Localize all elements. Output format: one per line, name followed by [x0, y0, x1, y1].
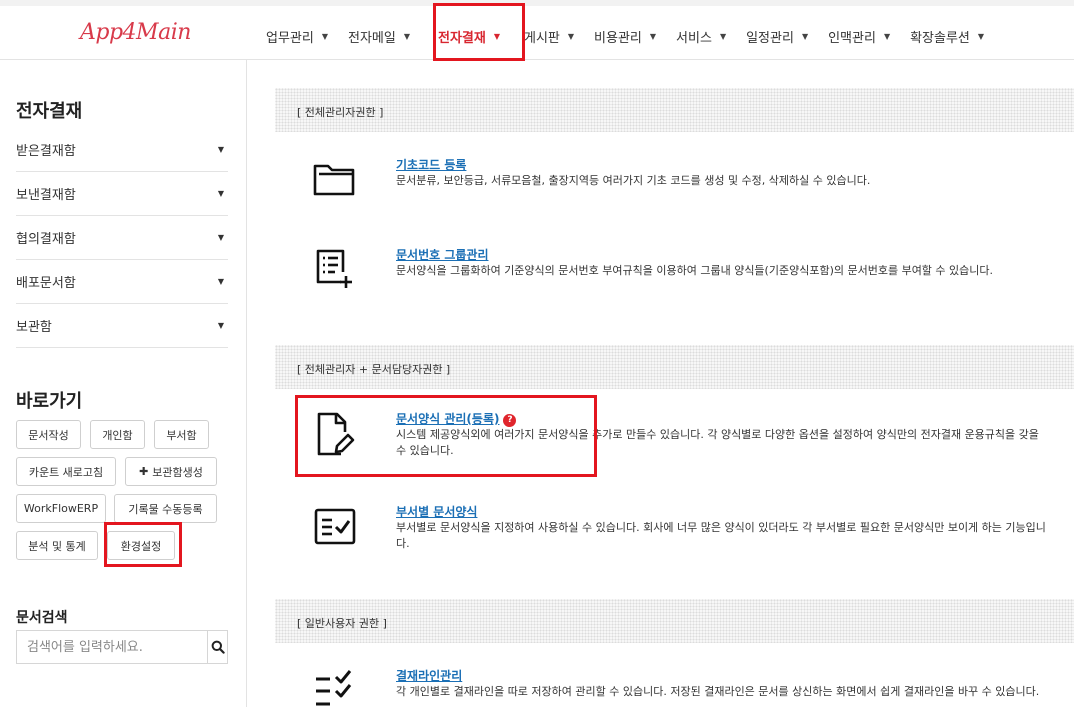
- document-edit-icon: [317, 412, 355, 456]
- search-input[interactable]: [17, 631, 207, 663]
- sidebar-item-distribute[interactable]: 배포문서함 ▼: [16, 260, 228, 304]
- search-title: 문서검색: [16, 610, 68, 626]
- sidebar-item-consult[interactable]: 협의결재함 ▼: [16, 216, 228, 260]
- caret-down-icon: ▼: [493, 31, 500, 41]
- main-nav: 업무관리 ▼ 전자메일 ▼ 전자결재 ▼ 게시판 ▼ 비용관리 ▼ 서비스 ▼ 일정관리 ▼ …: [256, 12, 994, 60]
- nav-label: 게시판: [524, 30, 560, 46]
- nav-label: 인맥관리: [828, 30, 876, 46]
- list-add-icon: [316, 249, 352, 288]
- caret-down-icon: ▼: [217, 233, 224, 242]
- button-label: 보관함생성: [152, 465, 203, 479]
- form-management-link[interactable]: 문서양식 관리(등록)?: [396, 410, 517, 427]
- caret-down-icon: ▼: [217, 145, 224, 154]
- item-description: 각 개인별로 결재라인을 따로 저장하여 관리할 수 있습니다. 저장된 결재라…: [396, 685, 1040, 698]
- dept-forms-link[interactable]: 부서별 문서양식: [396, 503, 477, 520]
- sidebar-item-sent[interactable]: 보낸결재함 ▼: [16, 172, 228, 216]
- search-icon: [211, 640, 225, 654]
- search-button[interactable]: [207, 631, 227, 663]
- app-logo[interactable]: App4Main: [80, 20, 191, 45]
- doc-number-group-link[interactable]: 문서번호 그룹관리: [396, 246, 489, 263]
- link-label: 문서양식 관리(등록): [396, 412, 500, 426]
- nav-label: 전자메일: [348, 30, 396, 46]
- nav-label: 일정관리: [746, 30, 794, 46]
- caret-down-icon: ▼: [217, 189, 224, 198]
- main-content: [ 전체관리자권한 ] 기초코드 등록 문서분류, 보안등급, 서류모음철, 출…: [275, 60, 1074, 707]
- document-search: [16, 630, 228, 664]
- caret-down-icon: ▼: [977, 31, 985, 41]
- caret-down-icon: ▼: [649, 31, 657, 41]
- nav-label: 확장솔루션: [910, 30, 970, 46]
- nav-label: 서비스: [676, 30, 712, 46]
- shortcut-workflow-erp-button[interactable]: WorkFlowERP: [16, 494, 106, 523]
- nav-label: 업무관리: [266, 30, 314, 46]
- sidebar-title: 전자결재: [16, 101, 83, 122]
- caret-down-icon: ▼: [567, 31, 575, 41]
- shortcut-refresh-count-button[interactable]: 카운트 새로고침: [16, 457, 116, 486]
- nav-item-mail[interactable]: 전자메일 ▼: [338, 12, 420, 60]
- nav-label: 비용관리: [594, 30, 642, 46]
- checklist-icon: [316, 670, 352, 706]
- shortcut-statistics-button[interactable]: 분석 및 통계: [16, 531, 98, 560]
- nav-item-work[interactable]: 업무관리 ▼: [256, 12, 338, 60]
- nav-item-service[interactable]: 서비스 ▼: [666, 12, 736, 60]
- nav-item-expense[interactable]: 비용관리 ▼: [584, 12, 666, 60]
- sidebar-item-label: 배포문서함: [16, 276, 76, 291]
- base-code-link[interactable]: 기초코드 등록: [396, 156, 466, 173]
- nav-label: 전자결재: [438, 30, 486, 46]
- section-header-admin: [ 전체관리자권한 ]: [275, 88, 1074, 132]
- shortcut-dept-button[interactable]: 부서함: [154, 420, 209, 449]
- caret-down-icon: ▼: [217, 321, 224, 330]
- shortcut-create-archive-button[interactable]: ✚ 보관함생성: [125, 457, 217, 486]
- nav-item-board[interactable]: 게시판 ▼: [514, 12, 584, 60]
- sidebar-item-archive[interactable]: 보관함 ▼: [16, 304, 228, 348]
- shortcut-manual-register-button[interactable]: 기록물 수동등록: [114, 494, 217, 523]
- caret-down-icon: ▼: [883, 31, 891, 41]
- section-header-user: [ 일반사용자 권한 ]: [275, 599, 1074, 643]
- checklist-box-icon: [314, 508, 356, 545]
- sidebar-item-label: 보낸결재함: [16, 188, 76, 203]
- caret-down-icon: ▼: [403, 31, 410, 41]
- shortcut-personal-button[interactable]: 개인함: [90, 420, 145, 449]
- shortcut-title: 바로가기: [16, 391, 83, 412]
- item-description: 문서양식을 그룹화하여 기준양식의 문서번호 부여규칙을 이용하여 그룹내 양식…: [396, 264, 994, 277]
- sidebar-item-label: 협의결재함: [16, 232, 76, 247]
- item-description: 부서별로 문서양식을 지정하여 사용하실 수 있습니다. 회사에 너무 많은 양…: [396, 521, 1046, 550]
- nav-item-contacts[interactable]: 인맥관리 ▼: [818, 12, 900, 60]
- nav-item-approval[interactable]: 전자결재 ▼: [420, 12, 514, 60]
- section-header-label: [ 전체관리자 + 문서담당자권한 ]: [297, 363, 451, 376]
- section-header-label: [ 일반사용자 권한 ]: [297, 617, 387, 630]
- item-description: 문서분류, 보안등급, 서류모음철, 출장지역등 여러가지 기초 코드를 생성 …: [396, 174, 871, 187]
- caret-down-icon: ▼: [801, 31, 809, 41]
- sidebar-item-label: 보관함: [16, 320, 52, 335]
- approval-line-link[interactable]: 결재라인관리: [396, 667, 462, 684]
- top-navigation-bar: App4Main 업무관리 ▼ 전자메일 ▼ 전자결재 ▼ 게시판 ▼ 비용관리 ▼ 서비…: [0, 0, 1074, 60]
- caret-down-icon: ▼: [321, 31, 328, 41]
- item-description: 시스템 제공양식외에 여러가지 문서양식을 추가로 만들수 있습니다. 각 양식…: [396, 428, 1039, 457]
- plus-icon: ✚: [139, 465, 149, 478]
- nav-item-schedule[interactable]: 일정관리 ▼: [736, 12, 818, 60]
- sidebar-menu: 받은결재함 ▼ 보낸결재함 ▼ 협의결재함 ▼ 배포문서함 ▼ 보관함 ▼: [16, 128, 228, 348]
- section-header-label: [ 전체관리자권한 ]: [297, 106, 384, 119]
- help-icon[interactable]: ?: [503, 414, 517, 427]
- caret-down-icon: ▼: [719, 31, 727, 41]
- shortcut-settings-button[interactable]: 환경설정: [107, 531, 175, 560]
- caret-down-icon: ▼: [217, 277, 224, 286]
- section-header-admin-doc-manager: [ 전체관리자 + 문서담당자권한 ]: [275, 345, 1074, 389]
- sidebar-item-received[interactable]: 받은결재함 ▼: [16, 128, 228, 172]
- shortcut-write-button[interactable]: 문서작성: [16, 420, 81, 449]
- nav-item-extensions[interactable]: 확장솔루션 ▼: [900, 12, 994, 60]
- sidebar-item-label: 받은결재함: [16, 144, 76, 159]
- folder-icon: [313, 164, 355, 196]
